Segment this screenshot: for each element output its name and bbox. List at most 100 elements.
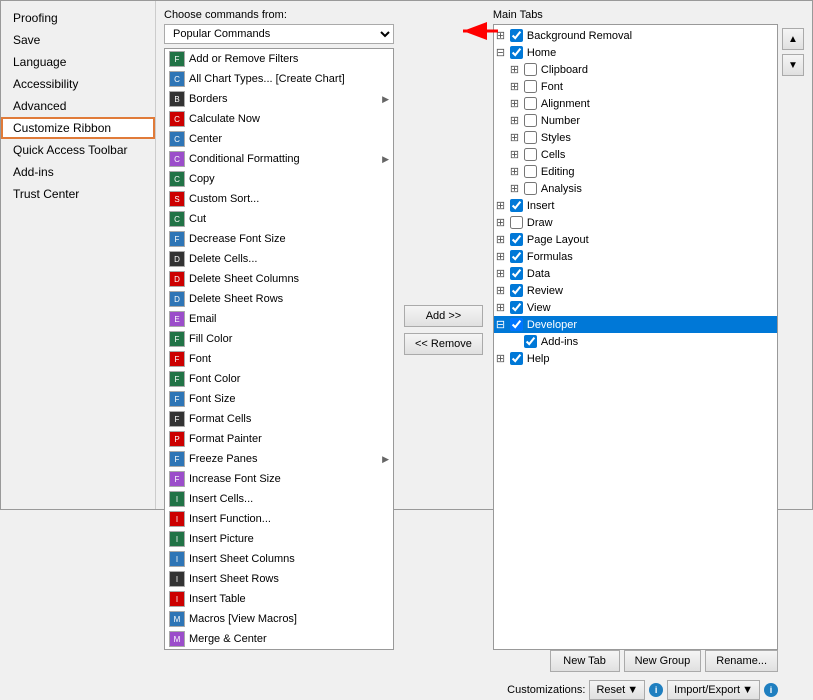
- sidebar-item-accessibility[interactable]: Accessibility: [1, 73, 155, 95]
- tab-item[interactable]: ⊞Data: [494, 265, 777, 282]
- rename-button[interactable]: Rename...: [705, 650, 778, 672]
- tab-expand-icon[interactable]: ⊞: [496, 199, 506, 212]
- tab-expand-icon[interactable]: ⊞: [496, 301, 506, 314]
- list-item[interactable]: IInsert Table: [165, 589, 393, 609]
- tab-checkbox[interactable]: [524, 148, 537, 161]
- tab-item[interactable]: ⊞Formulas: [494, 248, 777, 265]
- tab-checkbox[interactable]: [524, 80, 537, 93]
- reset-info-icon[interactable]: i: [649, 683, 663, 697]
- tab-checkbox[interactable]: [510, 250, 523, 263]
- tab-expand-icon[interactable]: ⊞: [496, 284, 506, 297]
- add-button[interactable]: Add >>: [404, 305, 483, 327]
- tab-expand-icon[interactable]: ⊞: [510, 148, 520, 161]
- list-item[interactable]: IInsert Sheet Columns: [165, 549, 393, 569]
- list-item[interactable]: BBorders▶: [165, 89, 393, 109]
- tab-item[interactable]: ⊞Help: [494, 350, 777, 367]
- tab-checkbox[interactable]: [524, 165, 537, 178]
- tab-checkbox[interactable]: [510, 46, 523, 59]
- list-item[interactable]: CCut: [165, 209, 393, 229]
- tab-expand-icon[interactable]: ⊞: [496, 216, 506, 229]
- import-export-dropdown[interactable]: Import/Export ▼: [667, 680, 760, 700]
- sidebar-item-language[interactable]: Language: [1, 51, 155, 73]
- tab-item[interactable]: Add-ins: [494, 333, 777, 350]
- import-info-icon[interactable]: i: [764, 683, 778, 697]
- tab-item[interactable]: ⊟Home: [494, 44, 777, 61]
- tab-expand-icon[interactable]: ⊞: [510, 131, 520, 144]
- tab-expand-icon[interactable]: ⊞: [496, 233, 506, 246]
- sidebar-item-trust-center[interactable]: Trust Center: [1, 183, 155, 205]
- list-item[interactable]: FFreeze Panes▶: [165, 449, 393, 469]
- tab-expand-icon[interactable]: ⊟: [496, 318, 506, 331]
- tab-item[interactable]: ⊞Alignment: [494, 95, 777, 112]
- tab-expand-icon[interactable]: ⊞: [496, 250, 506, 263]
- tab-item[interactable]: ⊞Styles: [494, 129, 777, 146]
- tab-expand-icon[interactable]: ⊞: [510, 97, 520, 110]
- tab-checkbox[interactable]: [510, 233, 523, 246]
- list-item[interactable]: CCopy: [165, 169, 393, 189]
- reset-dropdown[interactable]: Reset ▼: [589, 680, 645, 700]
- list-item[interactable]: EEmail: [165, 309, 393, 329]
- list-item[interactable]: FFill Color: [165, 329, 393, 349]
- list-item[interactable]: CConditional Formatting▶: [165, 149, 393, 169]
- tab-item[interactable]: ⊞Background Removal: [494, 27, 777, 44]
- sidebar-item-save[interactable]: Save: [1, 29, 155, 51]
- tab-checkbox[interactable]: [524, 182, 537, 195]
- new-tab-button[interactable]: New Tab: [550, 650, 620, 672]
- tab-checkbox[interactable]: [510, 29, 523, 42]
- new-group-button[interactable]: New Group: [624, 650, 702, 672]
- tab-checkbox[interactable]: [510, 352, 523, 365]
- choose-commands-dropdown[interactable]: Popular Commands All Commands Main Tabs: [164, 24, 394, 44]
- tab-checkbox[interactable]: [510, 267, 523, 280]
- tab-item[interactable]: ⊞Number: [494, 112, 777, 129]
- sidebar-item-quick-access[interactable]: Quick Access Toolbar: [1, 139, 155, 161]
- list-item[interactable]: FIncrease Font Size: [165, 469, 393, 489]
- tab-checkbox[interactable]: [510, 301, 523, 314]
- list-item[interactable]: PFormat Painter: [165, 429, 393, 449]
- list-item[interactable]: CCenter: [165, 129, 393, 149]
- list-item[interactable]: MMerge & Center: [165, 629, 393, 649]
- tab-expand-icon[interactable]: ⊟: [496, 46, 506, 59]
- list-item[interactable]: DDelete Sheet Columns: [165, 269, 393, 289]
- list-item[interactable]: FFont Color: [165, 369, 393, 389]
- scroll-up-button[interactable]: ▲: [782, 28, 804, 50]
- tab-item[interactable]: ⊞Cells: [494, 146, 777, 163]
- tab-checkbox[interactable]: [510, 318, 523, 331]
- sidebar-item-customize-ribbon[interactable]: Customize Ribbon: [1, 117, 155, 139]
- list-item[interactable]: SCustom Sort...: [165, 189, 393, 209]
- tab-checkbox[interactable]: [524, 63, 537, 76]
- tab-checkbox[interactable]: [524, 335, 537, 348]
- tab-expand-icon[interactable]: ⊞: [510, 80, 520, 93]
- tab-checkbox[interactable]: [524, 131, 537, 144]
- list-item[interactable]: IInsert Function...: [165, 509, 393, 529]
- tab-expand-icon[interactable]: ⊞: [510, 182, 520, 195]
- tab-checkbox[interactable]: [510, 216, 523, 229]
- scroll-down-button[interactable]: ▼: [782, 54, 804, 76]
- tab-checkbox[interactable]: [510, 199, 523, 212]
- tab-item[interactable]: ⊞Clipboard: [494, 61, 777, 78]
- sidebar-item-addins[interactable]: Add-ins: [1, 161, 155, 183]
- sidebar-item-proofing[interactable]: Proofing: [1, 7, 155, 29]
- list-item[interactable]: FDecrease Font Size: [165, 229, 393, 249]
- tab-item[interactable]: ⊞Page Layout: [494, 231, 777, 248]
- remove-button[interactable]: << Remove: [404, 333, 483, 355]
- tab-expand-icon[interactable]: ⊞: [510, 114, 520, 127]
- tab-expand-icon[interactable]: ⊞: [510, 165, 520, 178]
- tab-checkbox[interactable]: [524, 114, 537, 127]
- tab-item[interactable]: ⊞Font: [494, 78, 777, 95]
- list-item[interactable]: FFont Size: [165, 389, 393, 409]
- tab-item[interactable]: ⊞Editing: [494, 163, 777, 180]
- list-item[interactable]: DDelete Cells...: [165, 249, 393, 269]
- tab-checkbox[interactable]: [510, 284, 523, 297]
- list-item[interactable]: CAll Chart Types... [Create Chart]: [165, 69, 393, 89]
- tab-expand-icon[interactable]: ⊞: [496, 29, 506, 42]
- sidebar-item-advanced[interactable]: Advanced: [1, 95, 155, 117]
- list-item[interactable]: IInsert Cells...: [165, 489, 393, 509]
- list-item[interactable]: DDelete Sheet Rows: [165, 289, 393, 309]
- tab-item[interactable]: ⊞Review: [494, 282, 777, 299]
- list-item[interactable]: FAdd or Remove Filters: [165, 49, 393, 69]
- tab-item[interactable]: ⊞Draw: [494, 214, 777, 231]
- tab-item[interactable]: ⊞View: [494, 299, 777, 316]
- list-item[interactable]: IInsert Picture: [165, 529, 393, 549]
- tab-expand-icon[interactable]: ⊞: [510, 63, 520, 76]
- tabs-list[interactable]: ⊞Background Removal⊟Home⊞Clipboard⊞Font⊞…: [493, 24, 778, 650]
